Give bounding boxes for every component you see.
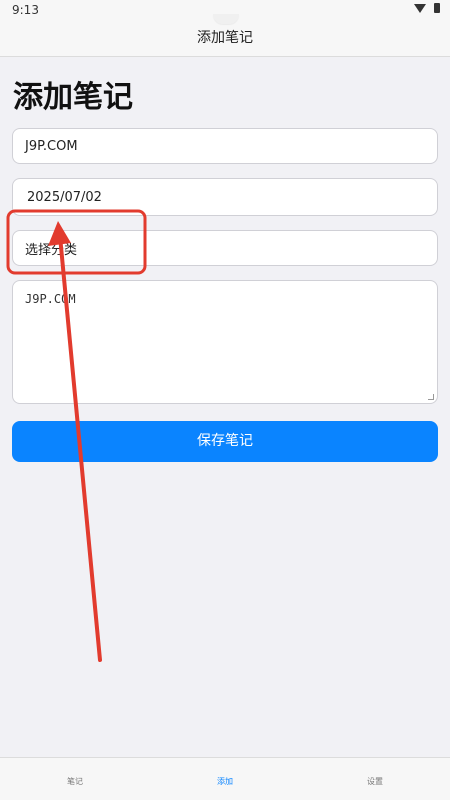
title-input[interactable]: J9P.COM <box>12 128 438 164</box>
date-input[interactable]: 2025/07/02 <box>12 178 438 216</box>
content-textarea-value: J9P.COM <box>25 292 76 306</box>
content-textarea[interactable]: J9P.COM <box>12 280 438 404</box>
title-input-value: J9P.COM <box>25 138 78 154</box>
tab-bar: 笔记 添加 设置 <box>0 757 450 800</box>
tab-add[interactable]: 添加 <box>195 776 255 787</box>
date-input-value: 2025/07/02 <box>27 189 102 205</box>
resize-handle-icon[interactable] <box>428 394 434 400</box>
page-title: 添加笔记 <box>13 80 133 115</box>
title-bar: 添加笔记 <box>0 20 450 57</box>
battery-icon <box>434 3 440 13</box>
wifi-icon <box>414 3 426 13</box>
title-bar-title: 添加笔记 <box>197 30 253 46</box>
status-time: 9:13 <box>12 3 39 17</box>
tab-notes[interactable]: 笔记 <box>45 776 105 787</box>
category-select[interactable]: 选择分类 <box>12 230 438 266</box>
status-icons <box>414 3 440 13</box>
save-note-button[interactable]: 保存笔记 <box>12 421 438 462</box>
tab-settings[interactable]: 设置 <box>345 776 405 787</box>
category-select-value: 选择分类 <box>25 242 78 258</box>
